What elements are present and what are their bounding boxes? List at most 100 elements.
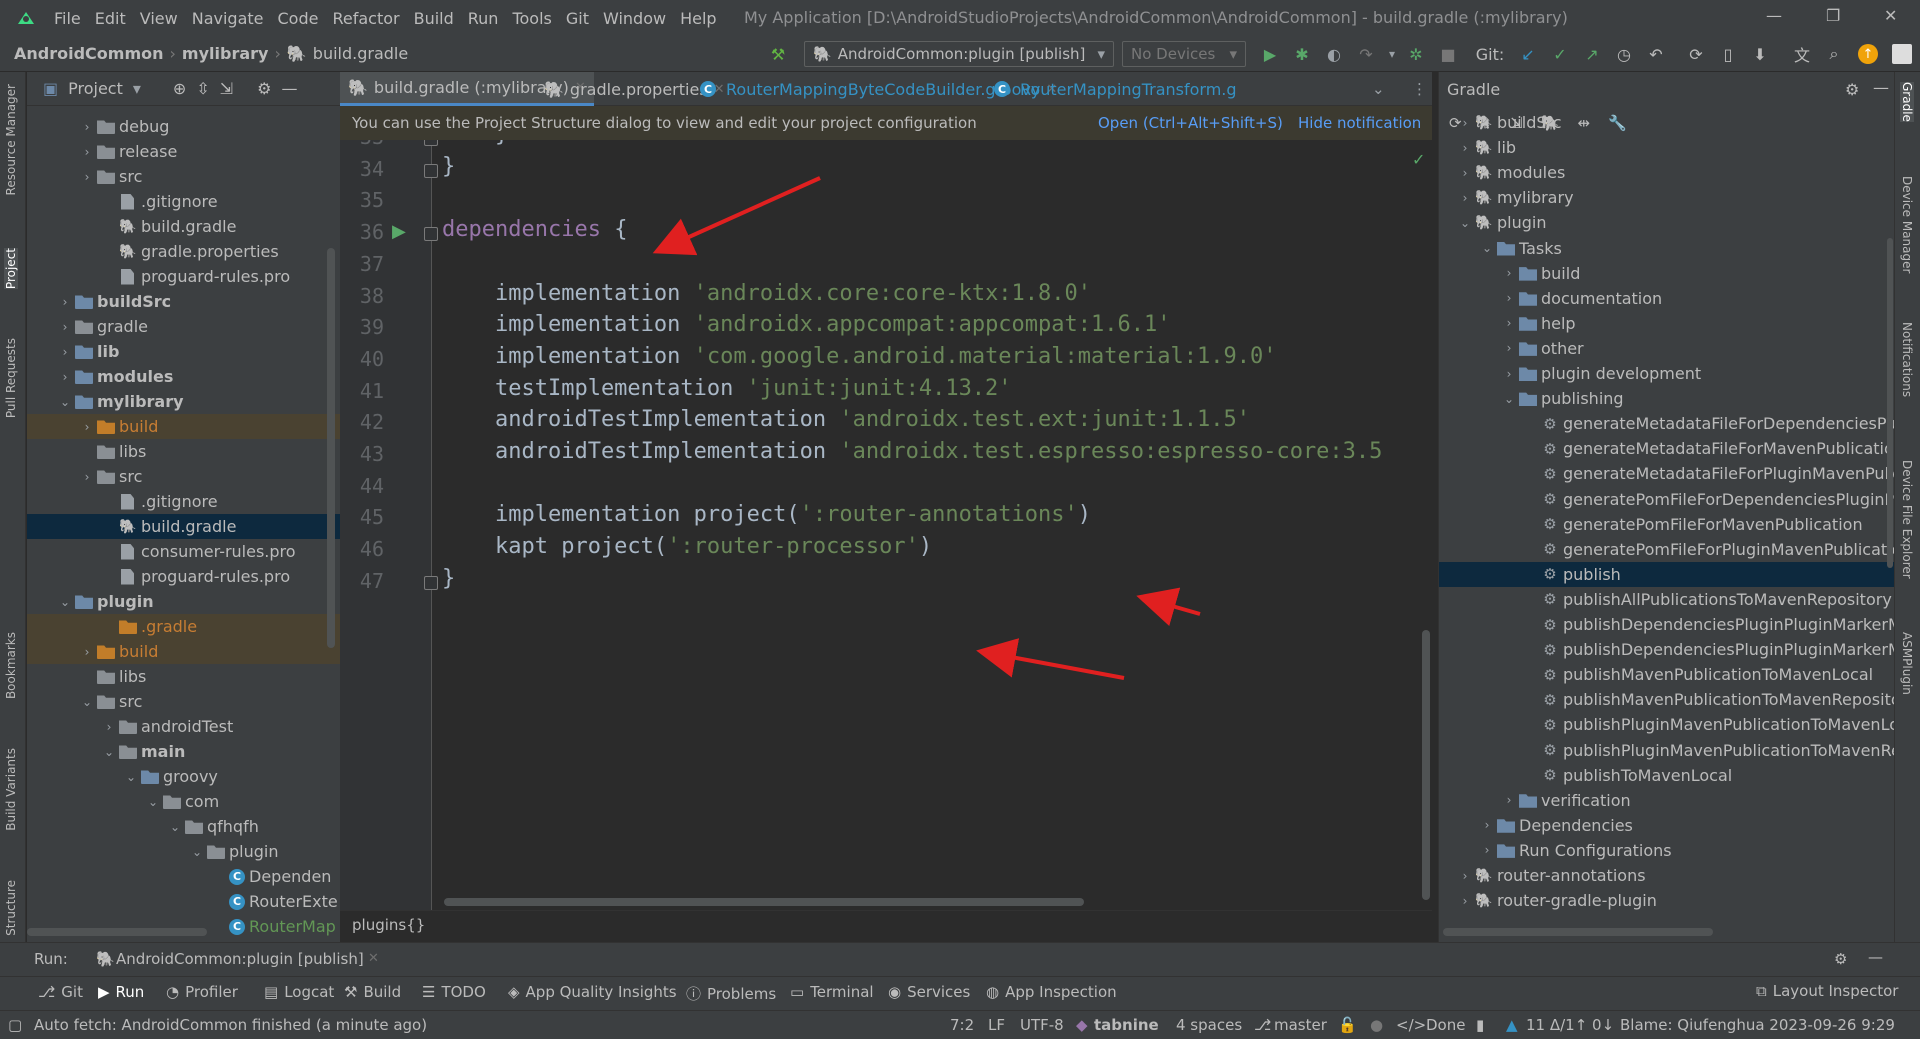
- coverage-icon[interactable]: ◐: [1324, 44, 1344, 64]
- project-tree-item[interactable]: ⌄ src: [27, 689, 340, 714]
- gradle-tree-item[interactable]: ⚙ publishPluginMavenPublicationToMavenRe: [1439, 738, 1894, 763]
- editor-breadcrumb[interactable]: plugins{}: [340, 910, 1432, 940]
- device-manager-icon[interactable]: ▯: [1718, 44, 1738, 64]
- project-tree-item[interactable]: › build: [27, 414, 340, 439]
- chevron-right-icon[interactable]: ›: [1457, 869, 1473, 883]
- chevron-right-icon[interactable]: ›: [1501, 266, 1517, 280]
- gradle-tree-item[interactable]: › 🐘 buildSrc: [1439, 110, 1894, 135]
- open-project-structure-link[interactable]: Open (Ctrl+Alt+Shift+S): [1098, 114, 1283, 132]
- project-tree-item[interactable]: ⌄ plugin: [27, 589, 340, 614]
- more-tabs-icon[interactable]: ⋮: [1412, 80, 1427, 98]
- project-tree-item[interactable]: › modules: [27, 364, 340, 389]
- menu-git[interactable]: Git: [566, 9, 589, 28]
- fold-marker-icon[interactable]: [424, 575, 438, 590]
- chevron-right-icon[interactable]: ›: [1457, 141, 1473, 155]
- translate-icon[interactable]: 文: [1792, 44, 1812, 65]
- project-tree-item[interactable]: C Dependen: [27, 864, 340, 889]
- chevron-down-icon[interactable]: ▾: [133, 79, 141, 98]
- bottom-tab-todo[interactable]: ☰ TODO: [422, 983, 486, 1001]
- tabnine-label[interactable]: tabnine: [1094, 1016, 1159, 1034]
- tool-pull-requests[interactable]: Pull Requests: [4, 338, 18, 418]
- collapse-all-icon[interactable]: ⇲: [220, 79, 233, 98]
- project-tree-item[interactable]: › gradle: [27, 314, 340, 339]
- project-tree-item[interactable]: C RouterExte: [27, 889, 340, 914]
- project-tree-item[interactable]: › release: [27, 139, 340, 164]
- caret-position[interactable]: 7:2: [950, 1016, 974, 1034]
- gradle-tree-item[interactable]: › Dependencies: [1439, 813, 1894, 838]
- event-log-icon[interactable]: ▮: [1476, 1016, 1484, 1034]
- gradle-tree-scrollbar[interactable]: [1887, 238, 1893, 568]
- project-tree-item[interactable]: › build: [27, 639, 340, 664]
- project-tree-item[interactable]: ⌄ groovy: [27, 764, 340, 789]
- menu-tools[interactable]: Tools: [512, 9, 551, 28]
- gradle-tree-item[interactable]: ⚙ generatePomFileForDependenciesPluginPl: [1439, 487, 1894, 512]
- gradle-sync-icon[interactable]: ⟳: [1686, 44, 1706, 64]
- chevron-down-icon[interactable]: ⌄: [167, 820, 183, 834]
- menu-edit[interactable]: Edit: [95, 9, 126, 28]
- menu-run[interactable]: Run: [468, 9, 499, 28]
- tool-notifications[interactable]: Notifications: [1900, 322, 1914, 397]
- locate-icon[interactable]: ⊕: [173, 79, 186, 98]
- git-branch[interactable]: master: [1274, 1016, 1327, 1034]
- indent-setting[interactable]: 4 spaces: [1176, 1016, 1242, 1034]
- menu-window[interactable]: Window: [603, 9, 666, 28]
- project-tree-item[interactable]: › src: [27, 464, 340, 489]
- code-line[interactable]: implementation project(':router-annotati…: [442, 502, 1091, 527]
- git-blame[interactable]: Blame: Qiufenghua 2023-09-26 9:29: [1620, 1016, 1895, 1034]
- hide-panel-icon[interactable]: —: [1868, 948, 1883, 966]
- project-tree-item[interactable]: 🐘 build.gradle: [27, 514, 340, 539]
- chevron-down-icon[interactable]: ⌄: [1479, 241, 1495, 255]
- history-icon[interactable]: ◷: [1614, 44, 1634, 64]
- profile-icon[interactable]: ↷: [1356, 44, 1376, 64]
- bottom-tab-run[interactable]: ▶ Run: [98, 983, 144, 1001]
- update-icon[interactable]: ↑: [1858, 44, 1878, 64]
- chevron-down-icon[interactable]: ⌄: [57, 595, 73, 609]
- chevron-right-icon[interactable]: ›: [1457, 191, 1473, 205]
- project-tree-hscrollbar[interactable]: [27, 928, 207, 936]
- chevron-down-icon[interactable]: ⌄: [189, 845, 205, 859]
- inspection-profile-icon[interactable]: ●: [1370, 1016, 1383, 1034]
- bottom-tab-profiler[interactable]: ◔ Profiler: [166, 983, 238, 1001]
- chevron-right-icon[interactable]: ›: [1457, 894, 1473, 908]
- fold-marker-icon[interactable]: [424, 227, 438, 242]
- chevron-right-icon[interactable]: ›: [101, 720, 117, 734]
- project-tree-item[interactable]: › androidTest: [27, 714, 340, 739]
- done-label[interactable]: Done: [1426, 1016, 1465, 1034]
- status-panel-toggle-icon[interactable]: ▢: [8, 1016, 22, 1034]
- gradle-tree-item[interactable]: ⚙ generateMetadataFileForMavenPublication: [1439, 436, 1894, 461]
- chevron-right-icon[interactable]: ›: [57, 345, 73, 359]
- code-line[interactable]: implementation 'androidx.core:core-ktx:1…: [442, 281, 1091, 306]
- status-message[interactable]: Auto fetch: AndroidCommon finished (a mi…: [34, 1016, 427, 1034]
- chevron-down-icon[interactable]: ⌄: [57, 395, 73, 409]
- project-panel-title[interactable]: Project: [68, 79, 123, 98]
- file-encoding[interactable]: UTF-8: [1020, 1016, 1064, 1034]
- project-tree-item[interactable]: ⌄ qfhqfh: [27, 814, 340, 839]
- chevron-right-icon[interactable]: ›: [1501, 291, 1517, 305]
- chevron-right-icon[interactable]: ›: [1501, 341, 1517, 355]
- search-icon[interactable]: ⌕: [1824, 44, 1844, 64]
- gradle-tree-item[interactable]: ⚙ publishMavenPublicationToMavenLocal: [1439, 662, 1894, 687]
- gradle-tree-item[interactable]: › 🐘 modules: [1439, 160, 1894, 185]
- git-update-icon[interactable]: ↙: [1518, 44, 1538, 64]
- project-tree-item[interactable]: proguard-rules.pro: [27, 564, 340, 589]
- code-line[interactable]: implementation 'androidx.appcompat:appco…: [442, 312, 1171, 337]
- menu-refactor[interactable]: Refactor: [332, 9, 399, 28]
- editor-hscrollbar[interactable]: [444, 898, 1084, 906]
- tool-build-variants[interactable]: Build Variants: [4, 748, 18, 831]
- chevron-down-icon[interactable]: ⌄: [1457, 216, 1473, 230]
- chevron-right-icon[interactable]: ›: [79, 145, 95, 159]
- git-commit-icon[interactable]: ✓: [1550, 44, 1570, 64]
- chevron-right-icon[interactable]: ›: [57, 320, 73, 334]
- chevron-right-icon[interactable]: ›: [79, 470, 95, 484]
- chevron-right-icon[interactable]: ›: [1457, 116, 1473, 130]
- gradle-tree-item[interactable]: ⌄ 🐘 plugin: [1439, 210, 1894, 235]
- gradle-tree-item[interactable]: ⚙ publishToMavenLocal: [1439, 763, 1894, 788]
- project-tree-item[interactable]: .gitignore: [27, 489, 340, 514]
- lock-icon[interactable]: 🔓: [1338, 1016, 1357, 1034]
- avatar[interactable]: [1892, 44, 1912, 64]
- gradle-tree-item[interactable]: › 🐘 lib: [1439, 135, 1894, 160]
- project-tree-item[interactable]: › lib: [27, 339, 340, 364]
- chevron-down-icon[interactable]: ⌄: [1501, 392, 1517, 406]
- code-line[interactable]: }: [442, 154, 455, 179]
- project-tree-item[interactable]: 🐘 gradle.properties: [27, 239, 340, 264]
